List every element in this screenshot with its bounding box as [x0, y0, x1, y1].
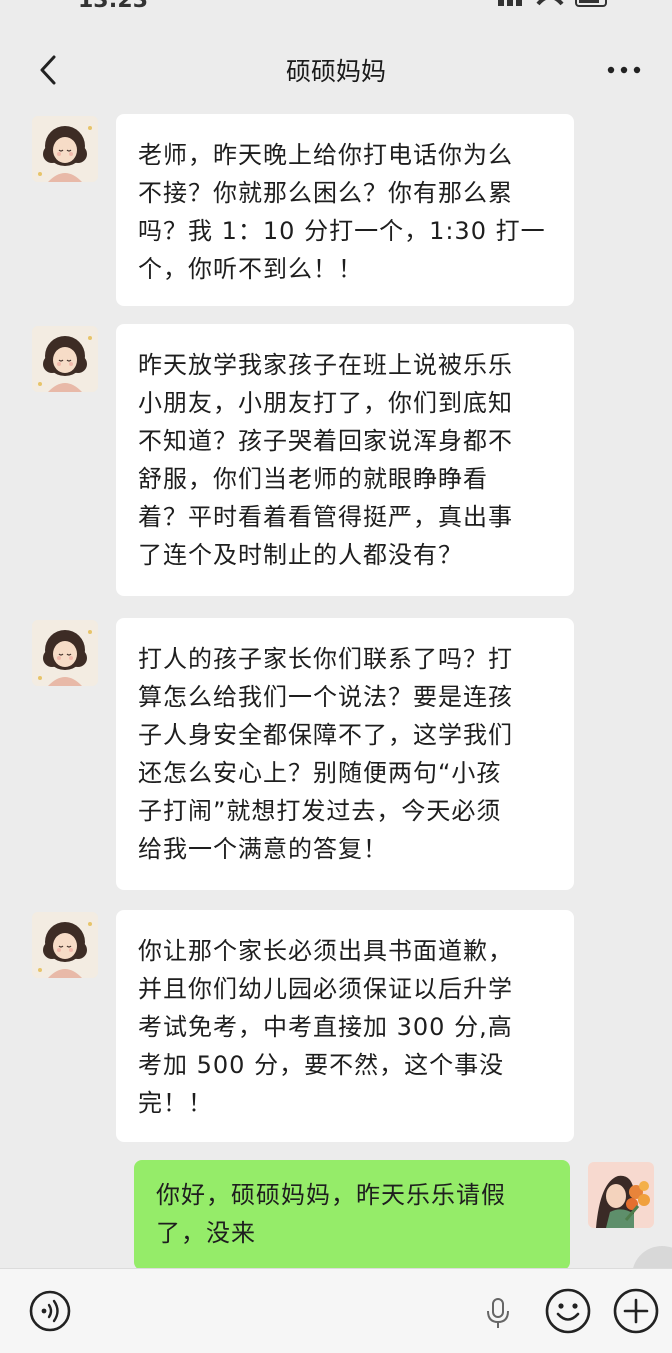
message-line: 昨天放学我家孩子在班上说被乐乐	[138, 351, 513, 379]
message-line: 个，你听不到么！！	[138, 255, 363, 283]
emoji-icon[interactable]	[544, 1287, 592, 1335]
avatar[interactable]	[32, 116, 98, 182]
avatar-mine[interactable]	[588, 1162, 654, 1228]
message-line: 考试免考，中考直接加 300 分,高	[138, 1013, 513, 1041]
chat-header: 硕硕妈妈	[0, 30, 672, 110]
status-time: 13:23	[78, 0, 149, 13]
message-line: 舒服，你们当老师的就眼睁睁看	[138, 465, 488, 493]
microphone-icon[interactable]	[484, 1297, 512, 1329]
chat-title: 硕硕妈妈	[285, 57, 386, 86]
message-line: 并且你们幼儿园必须保证以后升学	[138, 975, 513, 1003]
avatar[interactable]	[32, 620, 98, 686]
message-line: 老师，昨天晚上给你打电话你为么	[138, 141, 513, 169]
avatar[interactable]	[32, 326, 98, 392]
message-line: 你好，硕硕妈妈，昨天乐乐请假	[156, 1181, 506, 1209]
message-bubble[interactable]: 你让那个家长必须出具书面道歉， 并且你们幼儿园必须保证以后升学 考试免考，中考直…	[116, 910, 574, 1142]
voice-icon[interactable]	[28, 1289, 72, 1333]
message-input[interactable]	[94, 1281, 528, 1343]
message-bubble[interactable]: 老师，昨天晚上给你打电话你为么 不接？你就那么困么？你有那么累 吗？我 1：10…	[116, 114, 574, 306]
message-bubble[interactable]: 打人的孩子家长你们联系了吗？打 算怎么给我们一个说法？要是连孩 子人身安全都保障…	[116, 618, 574, 890]
message-line: 不接？你就那么困么？你有那么累	[138, 179, 513, 207]
curly-hair-girl-avatar	[32, 116, 98, 182]
message-line: 算怎么给我们一个说法？要是连孩	[138, 683, 513, 711]
input-bar	[0, 1268, 672, 1353]
message-line: 不知道？孩子哭着回家说浑身都不	[138, 427, 513, 455]
girl-with-flowers-avatar	[588, 1162, 654, 1228]
message-line: 了连个及时制止的人都没有？	[138, 541, 463, 569]
curly-hair-girl-avatar	[32, 912, 98, 978]
plus-icon[interactable]	[612, 1287, 660, 1335]
avatar[interactable]	[32, 912, 98, 978]
message-line: 打人的孩子家长你们联系了吗？打	[138, 645, 513, 673]
message-line: 小朋友，小朋友打了，你们到底知	[138, 389, 513, 417]
message-line: 还怎么安心上？别随便两句“小孩	[138, 759, 502, 787]
message-line: 着？平时看着看管得挺严，真出事	[138, 503, 513, 531]
message-line: 吗？我 1：10 分打一个，1:30 打一	[138, 217, 546, 245]
message-line: 子打闹”就想打发过去，今天必须	[138, 797, 502, 825]
curly-hair-girl-avatar	[32, 326, 98, 392]
message-line: 你让那个家长必须出具书面道歉，	[138, 937, 513, 965]
message-line: 考加 500 分，要不然，这个事没	[138, 1051, 505, 1079]
message-line: 给我一个满意的答复！	[138, 835, 388, 863]
ellipsis-icon[interactable]	[606, 60, 642, 80]
status-bar: 13:23	[0, 0, 672, 14]
message-bubble[interactable]: 昨天放学我家孩子在班上说被乐乐 小朋友，小朋友打了，你们到底知 不知道？孩子哭着…	[116, 324, 574, 596]
message-line: 完！！	[138, 1089, 213, 1117]
curly-hair-girl-avatar	[32, 620, 98, 686]
status-icons	[498, 0, 607, 7]
message-line: 了，没来	[156, 1219, 256, 1247]
message-line: 子人身安全都保障不了，这学我们	[138, 721, 513, 749]
message-bubble-mine[interactable]: 你好，硕硕妈妈，昨天乐乐请假 了，没来	[134, 1160, 570, 1270]
